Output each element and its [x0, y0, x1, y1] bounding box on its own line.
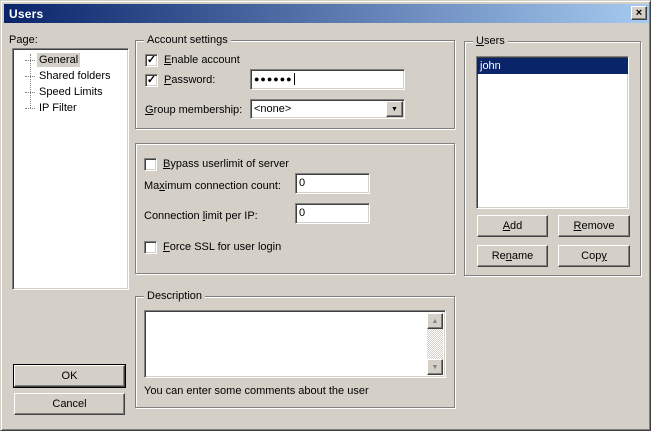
ok-button[interactable]: OK — [14, 365, 125, 387]
group-membership-select[interactable]: <none> ▼ — [250, 99, 405, 119]
page-label: Page: — [9, 34, 38, 46]
force-ssl-checkbox[interactable] — [144, 241, 157, 254]
bypass-userlimit-checkbox[interactable] — [144, 158, 157, 171]
rename-button[interactable]: Rename — [477, 245, 548, 267]
vertical-scrollbar[interactable]: ▲ ▼ — [427, 313, 443, 375]
users-group: Users john Add Remove Rename Copy — [464, 41, 641, 276]
remove-button[interactable]: Remove — [558, 215, 630, 237]
connection-limit-per-ip-input[interactable]: 0 — [295, 203, 370, 224]
max-connection-count-input[interactable]: 0 — [295, 173, 370, 194]
scroll-down-icon: ▼ — [432, 364, 439, 371]
users-caption: Users — [473, 35, 508, 47]
page-tree[interactable]: General Shared folders Speed Limits IP F… — [12, 48, 129, 290]
window-title: Users — [9, 7, 43, 21]
copy-button[interactable]: Copy — [558, 245, 630, 267]
password-input[interactable]: ●●●●●● — [250, 69, 405, 90]
scroll-up-icon: ▲ — [432, 318, 439, 325]
description-textarea[interactable]: ▲ ▼ — [144, 310, 446, 378]
enable-account-checkbox[interactable]: ✓ — [145, 54, 158, 67]
account-settings-group: Account settings ✓ Enable account ✓ Pass… — [135, 40, 455, 129]
group-membership-label: Group membership: — [145, 104, 242, 116]
user-list-item-john[interactable]: john — [477, 58, 628, 74]
connection-limit-per-ip-label: Connection limit per IP: — [144, 210, 258, 222]
dropdown-button[interactable]: ▼ — [386, 101, 403, 117]
enable-account-label: Enable account — [164, 54, 240, 66]
description-hint: You can enter some comments about the us… — [144, 385, 369, 397]
password-label: Password: — [164, 74, 215, 86]
tree-item-shared-folders[interactable]: Shared folders — [13, 68, 128, 84]
users-list[interactable]: john — [476, 56, 629, 209]
tree-item-general[interactable]: General — [13, 52, 128, 68]
cancel-button[interactable]: Cancel — [14, 393, 125, 415]
title-bar[interactable]: Users × — [4, 4, 649, 23]
add-button[interactable]: Add — [477, 215, 548, 237]
account-settings-caption: Account settings — [144, 34, 231, 46]
close-icon: × — [636, 8, 642, 18]
tree-item-speed-limits[interactable]: Speed Limits — [13, 84, 128, 100]
description-caption: Description — [144, 290, 205, 302]
text-caret — [294, 73, 295, 85]
description-group: Description ▲ ▼ You can enter some comme… — [135, 296, 455, 408]
users-dialog: Users × Page: General Shared folders Spe… — [0, 0, 651, 431]
force-ssl-label: Force SSL for user login — [163, 241, 281, 253]
max-connection-count-label: Maximum connection count: — [144, 180, 281, 192]
scroll-up-button[interactable]: ▲ — [427, 313, 443, 329]
password-checkbox[interactable]: ✓ — [145, 74, 158, 87]
chevron-down-icon: ▼ — [391, 106, 398, 113]
bypass-userlimit-label: Bypass userlimit of server — [163, 158, 289, 170]
tree-item-ip-filter[interactable]: IP Filter — [13, 100, 128, 116]
scroll-down-button[interactable]: ▼ — [427, 359, 443, 375]
connection-limits-group: Bypass userlimit of server Maximum conne… — [135, 143, 455, 274]
close-button[interactable]: × — [631, 6, 647, 20]
